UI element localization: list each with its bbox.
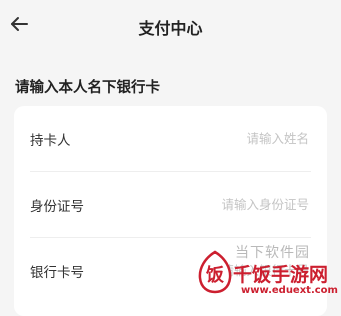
logo-glyph: 饭 xyxy=(205,264,224,286)
watermark-url: www.eduext.com xyxy=(241,285,338,296)
id-number-label: 身份证号 xyxy=(30,199,84,215)
site-logo-icon: 饭 xyxy=(198,250,232,294)
section-title: 请输入本人名下银行卡 xyxy=(15,80,160,96)
cardholder-label: 持卡人 xyxy=(30,133,71,149)
id-number-input[interactable] xyxy=(139,192,309,216)
bank-card-label: 银行卡号 xyxy=(30,265,84,281)
page-title: 支付中心 xyxy=(138,19,203,38)
cardholder-input[interactable] xyxy=(139,126,309,150)
watermark: 饭 当下软件园 千饭手游网 www.eduext.com xyxy=(191,232,341,302)
cardholder-row: 持卡人 xyxy=(14,106,327,172)
watermark-brand: 千饭手游网 xyxy=(233,264,329,286)
top-bar: 支付中心 xyxy=(0,0,341,52)
id-number-row: 身份证号 xyxy=(14,172,327,238)
watermark-top-text: 当下软件园 xyxy=(235,245,310,261)
